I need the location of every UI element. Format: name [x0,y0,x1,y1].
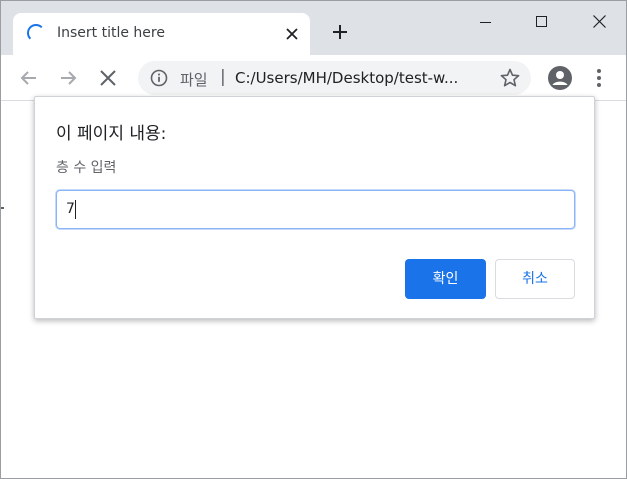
star-icon[interactable] [499,67,521,89]
menu-button[interactable] [587,65,611,91]
tab-strip: Insert title here [1,1,626,55]
prompt-dialog: 이 페이지 내용: 층 수 입력 7 확인 취소 [34,96,595,319]
arrow-left-icon [20,71,36,85]
ok-button[interactable]: 확인 [405,259,486,299]
dialog-input-value: 7 [66,201,75,217]
scheme-separator: | [220,67,226,87]
close-icon [100,70,116,86]
dot [597,83,601,87]
tab-active[interactable]: Insert title here [13,13,310,55]
info-icon[interactable] [150,69,168,87]
profile-avatar-icon[interactable] [547,65,573,91]
minimize-button[interactable] [456,1,514,41]
dot [597,76,601,80]
maximize-icon [535,15,547,27]
address-bar[interactable]: 파일 | C:/Users/MH/Desktop/test-w... [138,61,531,95]
dialog-title: 이 페이지 내용: [56,124,167,144]
text-caret [75,200,76,219]
dialog-message: 층 수 입력 [56,160,117,176]
tab-close-button[interactable] [279,20,305,46]
page-marker [1,207,4,209]
plus-icon [333,25,347,39]
close-icon [286,28,298,40]
minimize-icon [479,21,491,23]
back-button[interactable] [14,63,44,93]
toolbar: 파일 | C:/Users/MH/Desktop/test-w... [1,55,626,101]
tab-title: Insert title here [57,25,165,41]
maximize-button[interactable] [512,1,570,41]
stop-loading-button[interactable] [93,63,123,93]
close-icon [592,14,606,28]
browser-window: Insert title here 파일 | C:/Users/MH/Deskt… [0,0,627,479]
arrow-right-icon [61,71,77,85]
dialog-input[interactable]: 7 [56,190,575,229]
loading-spinner-icon [27,24,45,42]
scheme-label: 파일 [180,71,208,89]
forward-button[interactable] [53,63,83,93]
url-text[interactable]: C:/Users/MH/Desktop/test-w... [235,69,480,87]
cancel-button[interactable]: 취소 [495,259,575,299]
close-window-button[interactable] [570,1,626,41]
dot [597,69,601,73]
new-tab-button[interactable] [325,17,355,47]
